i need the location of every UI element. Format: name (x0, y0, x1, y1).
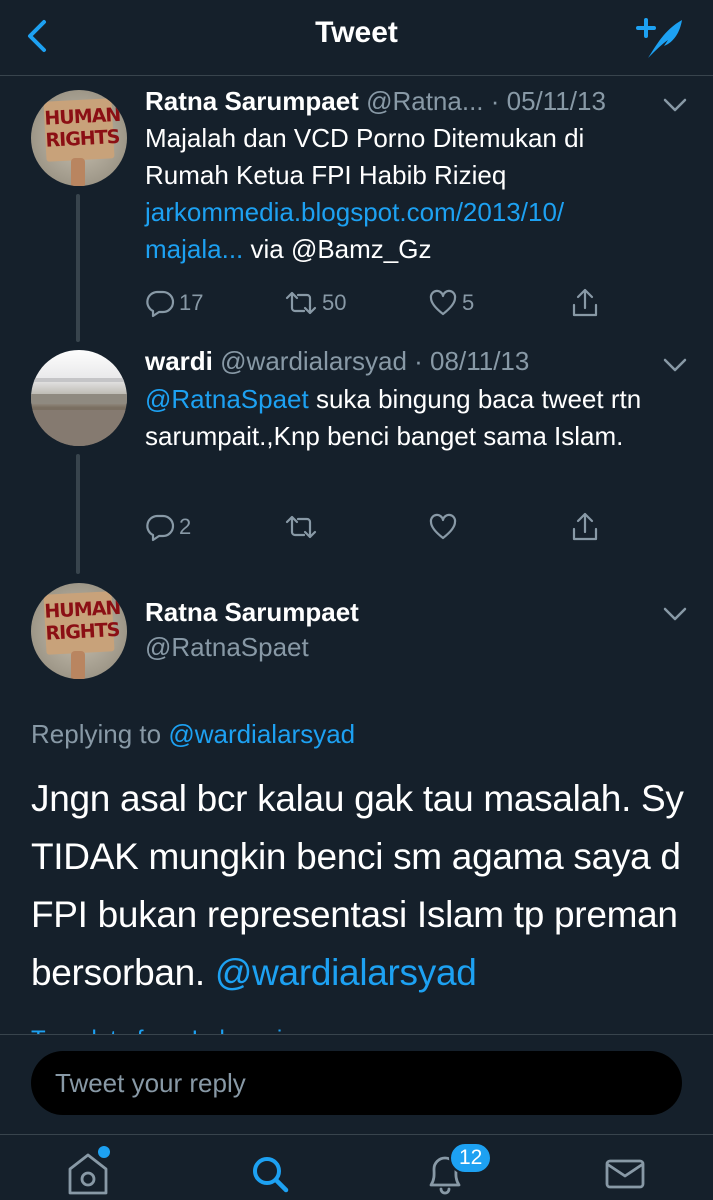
bottom-tab-bar (0, 1134, 713, 1200)
avatar[interactable]: HUMAN RIGHTS (31, 583, 127, 679)
tweet-link[interactable]: jarkommedia.blogspot.com/2013/10/ (145, 197, 564, 227)
author-handle-date: @wardialarsyad · 08/11/13 (220, 346, 530, 376)
search-icon (253, 1157, 289, 1193)
via-text: via @Bamz_Gz (243, 234, 432, 264)
chevron-down-icon[interactable] (660, 603, 690, 625)
tweet-detail-screen: Tweet HUMAN RIGHTS Ratna Sarumpaet @Ratna… (0, 0, 713, 1200)
tweet-link-continued[interactable]: majala... (145, 234, 243, 264)
retweet-icon (285, 515, 317, 539)
author-handle-date: @Ratna... · 05/11/13 (366, 86, 606, 116)
thread-connector-line (76, 194, 80, 342)
reply-button[interactable]: 17 (145, 283, 203, 323)
reply-input[interactable] (31, 1051, 682, 1115)
reply-icon (146, 514, 175, 542)
page-title: Tweet (315, 16, 398, 49)
tweet-header: Ratna Sarumpaet @Ratna... · 05/11/13 (145, 86, 606, 117)
share-icon (572, 288, 598, 317)
author-name[interactable]: Ratna Sarumpaet (145, 597, 359, 628)
avatar-hand (71, 651, 85, 679)
like-button[interactable]: 5 (428, 283, 474, 323)
author-name[interactable]: Ratna Sarumpaet (145, 86, 359, 116)
chevron-down-icon[interactable] (660, 94, 690, 116)
share-button[interactable] (570, 507, 600, 547)
share-icon (572, 512, 598, 541)
tweet-text: Jngn asal bcr kalau gak tau masalah. Sy … (31, 778, 684, 993)
replying-to: Replying to @wardialarsyad (31, 719, 356, 749)
top-nav-bar: Tweet (0, 0, 713, 76)
like-button[interactable] (428, 507, 458, 547)
mention-link[interactable]: @RatnaSpaet (145, 384, 309, 414)
compose-tweet-icon (636, 18, 682, 58)
author-name[interactable]: wardi (145, 346, 213, 376)
avatar-sign-text: HUMAN RIGHTS (43, 596, 121, 645)
mention-link[interactable]: @wardialarsyad (215, 952, 477, 993)
notifications-badge: 12 (449, 1142, 493, 1174)
compose-tweet-button[interactable] (630, 10, 690, 64)
tweet-actions: 17 50 5 (145, 283, 615, 323)
like-icon (429, 513, 457, 540)
tweet-header: wardi @wardialarsyad · 08/11/13 (145, 346, 529, 377)
home-unread-dot (98, 1146, 110, 1158)
reply-composer-bar (0, 1034, 713, 1134)
tweet-actions: 2 (145, 507, 615, 547)
reply-button[interactable]: 2 (145, 507, 191, 547)
share-button[interactable] (570, 283, 600, 323)
retweet-icon (285, 291, 317, 315)
tweet-text: Majalah dan VCD Porno Ditemukan di Rumah… (145, 123, 585, 264)
messages-icon (605, 1159, 645, 1189)
avatar-sign-text: HUMAN RIGHTS (43, 103, 121, 152)
retweet-button[interactable]: 50 (284, 283, 346, 323)
retweet-button[interactable] (284, 507, 318, 547)
avatar[interactable] (31, 350, 127, 446)
tab-search[interactable] (239, 1145, 299, 1200)
replying-to-link[interactable]: @wardialarsyad (168, 719, 355, 749)
reply-icon (146, 290, 175, 318)
tweet-text: @RatnaSpaet suka bingung baca tweet rtn … (145, 384, 642, 451)
chevron-down-icon[interactable] (660, 354, 690, 376)
avatar-hand (71, 158, 85, 186)
tab-messages[interactable] (595, 1145, 655, 1200)
author-handle[interactable]: @RatnaSpaet (145, 632, 309, 663)
like-icon (429, 289, 457, 316)
thread-connector-line (76, 454, 80, 574)
avatar[interactable]: HUMAN RIGHTS (31, 90, 127, 186)
